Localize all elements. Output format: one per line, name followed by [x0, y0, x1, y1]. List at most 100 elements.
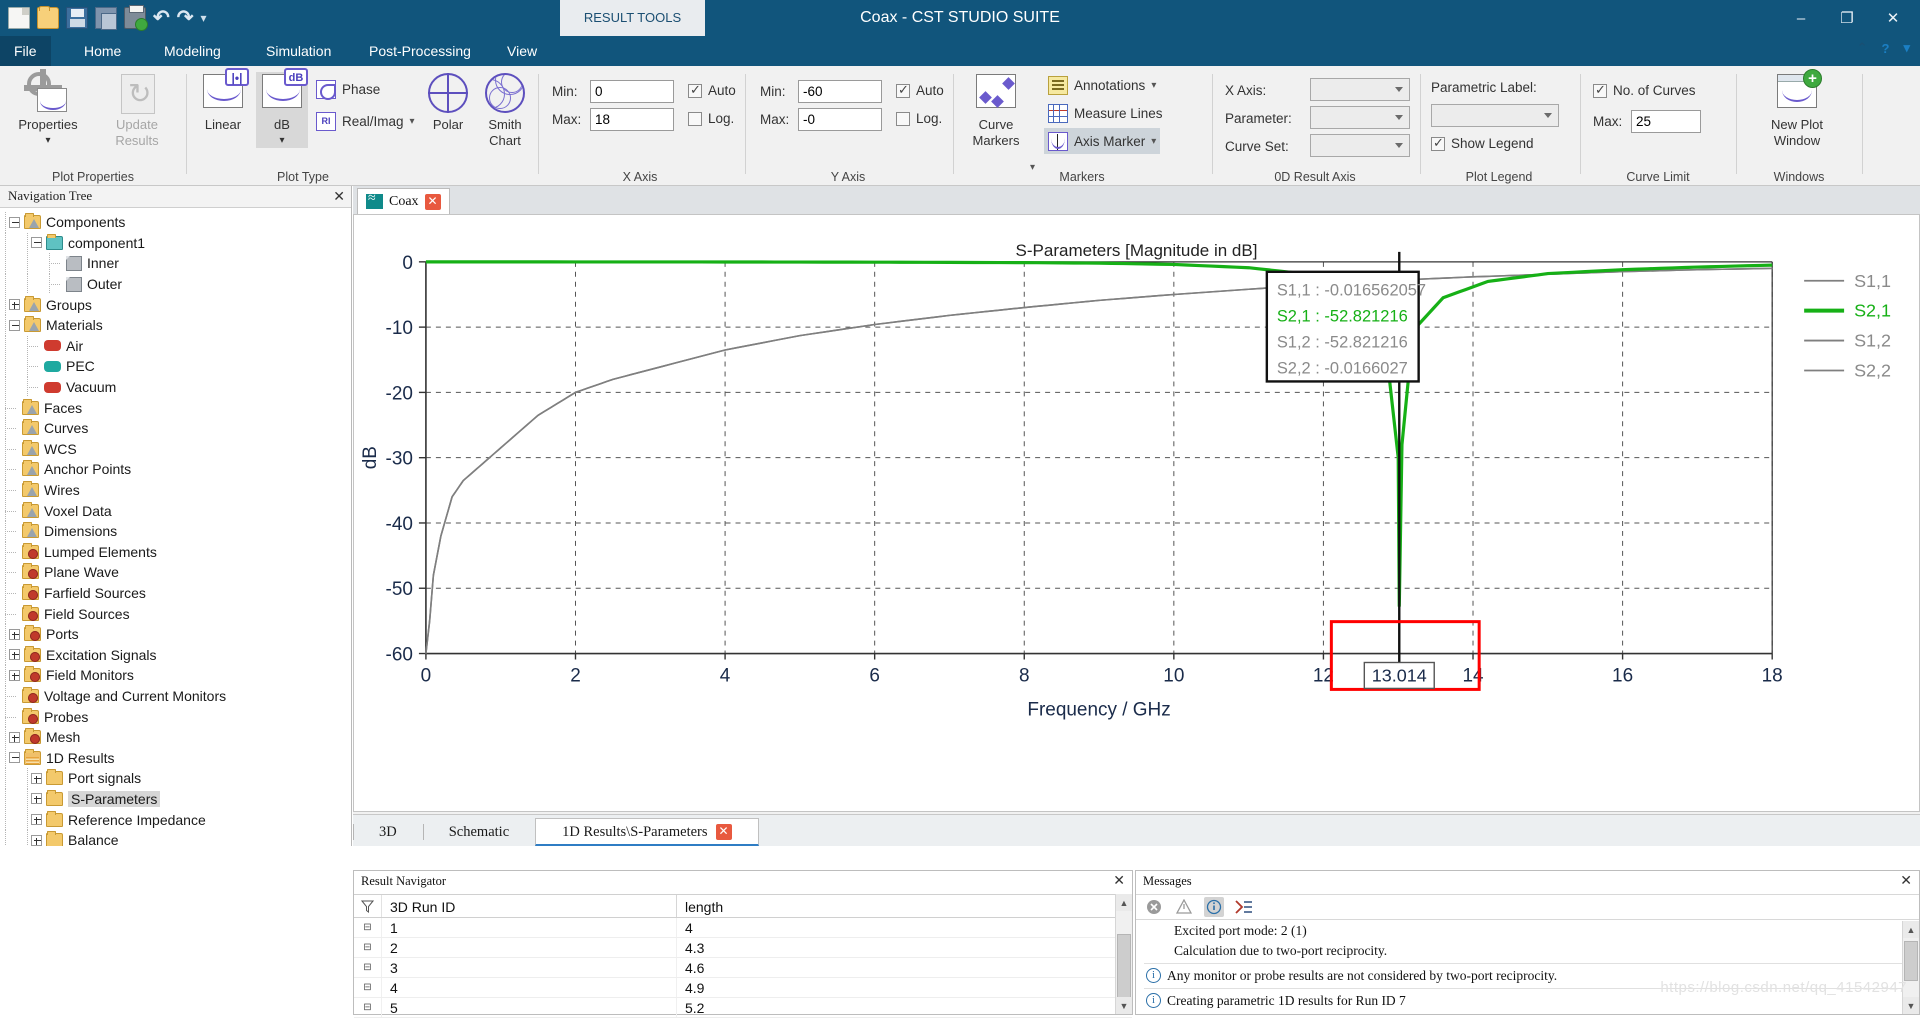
curve-s21[interactable]: [426, 262, 1772, 607]
tree-item-field-sources[interactable]: Field Sources: [0, 603, 351, 624]
tree-expander-icon[interactable]: [9, 217, 20, 228]
close-icon[interactable]: ✕: [1900, 872, 1912, 889]
close-icon[interactable]: ✕: [1113, 872, 1125, 889]
collapse-ribbon-icon[interactable]: ⌃: [1857, 40, 1868, 56]
close-icon[interactable]: ✕: [425, 194, 441, 210]
navigation-tree-body[interactable]: Componentscomponent1InnerOuterGroupsMate…: [0, 209, 351, 846]
db-button[interactable]: dB dB ▾: [256, 72, 308, 148]
y-axis-max-input[interactable]: [798, 108, 882, 131]
real-imag-caret-icon[interactable]: ▾: [410, 116, 415, 127]
s-parameters-chart[interactable]: 0246810121416180-10-20-30-40-50-60Freque…: [354, 215, 1919, 811]
tree-expander-icon[interactable]: [9, 299, 20, 310]
x-axis-max-input[interactable]: [590, 108, 674, 131]
tree-item-farfield-sources[interactable]: Farfield Sources: [0, 583, 351, 604]
column-header-run-id[interactable]: 3D Run ID: [382, 895, 677, 917]
curve-limit-max-input[interactable]: [1631, 110, 1701, 133]
table-row[interactable]: ⊟44.9: [354, 978, 1132, 998]
table-row[interactable]: ⊟55.2: [354, 998, 1132, 1018]
parameter-combo[interactable]: [1310, 106, 1410, 129]
tree-item-voxel-data[interactable]: Voxel Data: [0, 500, 351, 521]
x-axis-combo[interactable]: [1310, 78, 1410, 101]
close-button[interactable]: ✕: [1870, 1, 1916, 35]
linear-button[interactable]: |•| Linear: [192, 72, 254, 132]
scrollbar-thumb[interactable]: [1904, 941, 1918, 981]
scroll-up-icon[interactable]: ▲: [1116, 894, 1132, 911]
tab-file[interactable]: File: [0, 36, 51, 66]
tree-item-components[interactable]: Components: [0, 212, 351, 233]
tree-item-outer[interactable]: Outer: [0, 274, 351, 295]
parametric-label-combo[interactable]: [1431, 104, 1559, 127]
legend-label[interactable]: S1,1: [1854, 271, 1891, 291]
curve-markers-button[interactable]: Curve Markers: [958, 72, 1034, 148]
curve-s11[interactable]: [426, 268, 1772, 653]
tree-item-mesh[interactable]: Mesh: [0, 727, 351, 748]
measure-lines-button[interactable]: Measure Lines: [1044, 100, 1167, 126]
tab-view[interactable]: View: [493, 36, 551, 66]
no-of-curves-checkbox[interactable]: No. of Curves: [1593, 83, 1696, 98]
tree-item-voltage-and-current-monitors[interactable]: Voltage and Current Monitors: [0, 686, 351, 707]
help-icon[interactable]: ?: [1882, 41, 1890, 56]
tree-expander-icon[interactable]: [9, 629, 20, 640]
plot-canvas[interactable]: S-Parameters [Magnitude in dB] 024681012…: [353, 214, 1920, 812]
tree-item-materials[interactable]: Materials: [0, 315, 351, 336]
annotations-caret-icon[interactable]: ▾: [1151, 80, 1156, 91]
clear-messages-icon[interactable]: [1234, 897, 1254, 917]
error-icon[interactable]: [1144, 897, 1164, 917]
tree-item-probes[interactable]: Probes: [0, 706, 351, 727]
tree-item-s-parameters[interactable]: S-Parameters: [0, 789, 351, 810]
tree-item-faces[interactable]: Faces: [0, 397, 351, 418]
x-axis-log-checkbox[interactable]: Log.: [688, 111, 734, 126]
tree-item-pec[interactable]: PEC: [0, 356, 351, 377]
properties-button[interactable]: Properties ▾: [6, 72, 90, 148]
tree-expander-icon[interactable]: [9, 732, 20, 743]
real-imag-button[interactable]: RI Real/Imag ▾: [312, 108, 419, 134]
close-icon[interactable]: ✕: [333, 188, 345, 205]
document-tab-coax[interactable]: Coax ✕: [357, 188, 450, 214]
close-icon[interactable]: ✕: [716, 824, 732, 840]
legend-label[interactable]: S1,2: [1854, 331, 1891, 351]
tree-item-dimensions[interactable]: Dimensions: [0, 521, 351, 542]
axis-marker-caret-icon[interactable]: ▾: [1151, 136, 1156, 147]
update-results-button[interactable]: Update Results: [95, 72, 179, 148]
new-plot-window-button[interactable]: + New Plot Window: [1749, 72, 1845, 148]
smith-chart-button[interactable]: Smith Chart: [476, 72, 534, 148]
y-axis-log-checkbox[interactable]: Log.: [896, 111, 942, 126]
y-axis-min-input[interactable]: [798, 80, 882, 103]
tab-post-processing[interactable]: Post-Processing: [355, 36, 485, 66]
tab-3d[interactable]: 3D: [353, 818, 423, 846]
message-item[interactable]: Excited port mode: 2 (1): [1136, 921, 1919, 941]
tree-expander-icon[interactable]: [31, 793, 42, 804]
tree-item-plane-wave[interactable]: Plane Wave: [0, 562, 351, 583]
tree-item-anchor-points[interactable]: Anchor Points: [0, 459, 351, 480]
y-axis-auto-checkbox[interactable]: Auto: [896, 83, 944, 98]
column-header-length[interactable]: length: [677, 895, 1132, 917]
tree-expander-icon[interactable]: [9, 752, 20, 763]
info-icon[interactable]: [1204, 897, 1224, 917]
tree-expander-icon[interactable]: [31, 814, 42, 825]
filter-icon[interactable]: [354, 895, 382, 917]
scrollbar-thumb[interactable]: [1117, 934, 1131, 1004]
axis-marker-button[interactable]: Axis Marker ▾: [1044, 128, 1160, 154]
legend-label[interactable]: S2,2: [1854, 360, 1891, 380]
tree-item-air[interactable]: Air: [0, 336, 351, 357]
tree-item-vacuum[interactable]: Vacuum: [0, 377, 351, 398]
tab-simulation[interactable]: Simulation: [252, 36, 345, 66]
x-axis-auto-checkbox[interactable]: Auto: [688, 83, 736, 98]
tree-item-reference-impedance[interactable]: Reference Impedance: [0, 809, 351, 830]
scroll-down-icon[interactable]: ▼: [1903, 997, 1919, 1014]
result-navigator-scrollbar[interactable]: ▲ ▼: [1115, 894, 1132, 1014]
scroll-up-icon[interactable]: ▲: [1903, 921, 1919, 938]
show-legend-checkbox[interactable]: Show Legend: [1431, 136, 1534, 151]
polar-button[interactable]: Polar: [420, 72, 476, 132]
warning-icon[interactable]: [1174, 897, 1194, 917]
table-row[interactable]: ⊟14: [354, 918, 1132, 938]
tree-item-groups[interactable]: Groups: [0, 294, 351, 315]
tab-home[interactable]: Home: [70, 36, 135, 66]
annotations-button[interactable]: Annotations ▾: [1044, 72, 1160, 98]
tree-item-field-monitors[interactable]: Field Monitors: [0, 665, 351, 686]
tree-item-wcs[interactable]: WCS: [0, 439, 351, 460]
curve-set-combo[interactable]: [1310, 134, 1410, 157]
tree-item-balance[interactable]: Balance: [0, 830, 351, 846]
tree-item-ports[interactable]: Ports: [0, 624, 351, 645]
table-row[interactable]: ⊟34.6: [354, 958, 1132, 978]
